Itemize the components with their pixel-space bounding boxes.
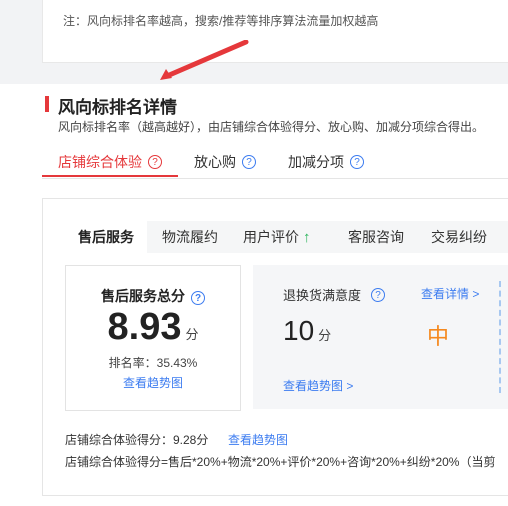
after-sales-score-card: 售后服务总分? 8.93 分 排名率：35.43% 查看趋势图: [65, 265, 241, 411]
subtab-customer-service[interactable]: 客服咨询: [348, 221, 404, 253]
help-icon[interactable]: ?: [371, 287, 386, 302]
subtab-user-reviews[interactable]: 用户评价 ↑: [243, 221, 311, 253]
experience-panel: 售后服务 物流履约 用户评价 ↑ 客服咨询 交易纠纷 售后服务总分? 8.93 分 …: [42, 198, 508, 496]
score-unit: 分: [185, 327, 199, 342]
help-icon[interactable]: ?: [242, 155, 256, 169]
subtab-label: 售后服务: [78, 229, 134, 245]
tab-label: 加减分项: [288, 154, 344, 170]
section-title: 风向标排名详情: [58, 98, 177, 117]
detail-label: 退换货满意度?: [283, 285, 386, 304]
view-trend-link[interactable]: 查看趋势图: [66, 374, 240, 391]
subtab-bar: 售后服务 物流履约 用户评价 ↑ 客服咨询 交易纠纷: [65, 221, 508, 253]
subtab-label: 交易纠纷: [431, 229, 487, 245]
score-value: 8.93 分: [66, 306, 240, 349]
tab-shop-experience[interactable]: 店铺综合体验 ?: [58, 152, 162, 172]
help-icon[interactable]: ?: [350, 155, 364, 169]
detail-value: 10 分: [283, 315, 331, 347]
title-marker: [45, 96, 49, 112]
help-icon[interactable]: ?: [191, 291, 205, 305]
experience-score-text: 店铺综合体验得分：9.28分: [65, 433, 209, 447]
return-satisfaction-card: 退换货满意度? 查看详情 > 10 分 中 查看趋势图 >: [253, 265, 508, 409]
score-label: 售后服务总分?: [66, 286, 240, 306]
detail-number: 10: [283, 315, 315, 346]
score-formula: 店铺综合体验得分=售后*20%+物流*20%+评价*20%+咨询*20%+纠纷*…: [65, 455, 496, 469]
subtab-label: 用户评价: [243, 229, 299, 245]
score-label-text: 售后服务总分: [101, 288, 185, 304]
tab-label: 店铺综合体验: [58, 154, 142, 170]
tab-bar: 店铺综合体验 ? 放心购 ? 加减分项 ?: [42, 146, 508, 179]
detail-unit: 分: [318, 328, 332, 343]
tab-bonus-deduction[interactable]: 加减分项 ?: [288, 152, 364, 172]
subtab-label: 物流履约: [162, 229, 218, 245]
ranking-detail-section: 风向标排名详情 风向标排名率（越高越好），由店铺综合体验得分、放心购、加减分项综…: [0, 84, 508, 506]
view-trend-link[interactable]: 查看趋势图 >: [283, 377, 353, 394]
view-trend-link[interactable]: 查看趋势图: [228, 431, 288, 448]
section-subtitle: 风向标排名率（越高越好），由店铺综合体验得分、放心购、加减分项综合得出。: [58, 120, 485, 134]
rank-rate: 排名率：35.43%: [108, 356, 198, 370]
up-arrow-icon: ↑: [303, 229, 311, 246]
dashed-divider: [499, 281, 501, 393]
detail-label-text: 退换货满意度: [283, 288, 362, 303]
view-details-link[interactable]: 查看详情 >: [421, 285, 479, 302]
level-badge: 中: [427, 324, 450, 349]
subtab-label: 客服咨询: [348, 229, 404, 245]
subtab-disputes[interactable]: 交易纠纷: [431, 221, 487, 253]
subtab-after-sales[interactable]: 售后服务: [65, 221, 147, 253]
score-number: 8.93: [107, 306, 182, 348]
tab-assured-purchase[interactable]: 放心购 ?: [194, 152, 256, 172]
help-icon[interactable]: ?: [148, 155, 162, 169]
subtab-logistics[interactable]: 物流履约: [162, 221, 218, 253]
annotation-arrow-icon: [160, 40, 249, 80]
tab-label: 放心购: [194, 154, 236, 170]
notice-card: 注：风向标排名率越高，搜索/推荐等排序算法流量加权越高: [42, 0, 508, 63]
active-tab-indicator: [42, 175, 178, 177]
ranking-note: 注：风向标排名率越高，搜索/推荐等排序算法流量加权越高: [63, 14, 379, 28]
